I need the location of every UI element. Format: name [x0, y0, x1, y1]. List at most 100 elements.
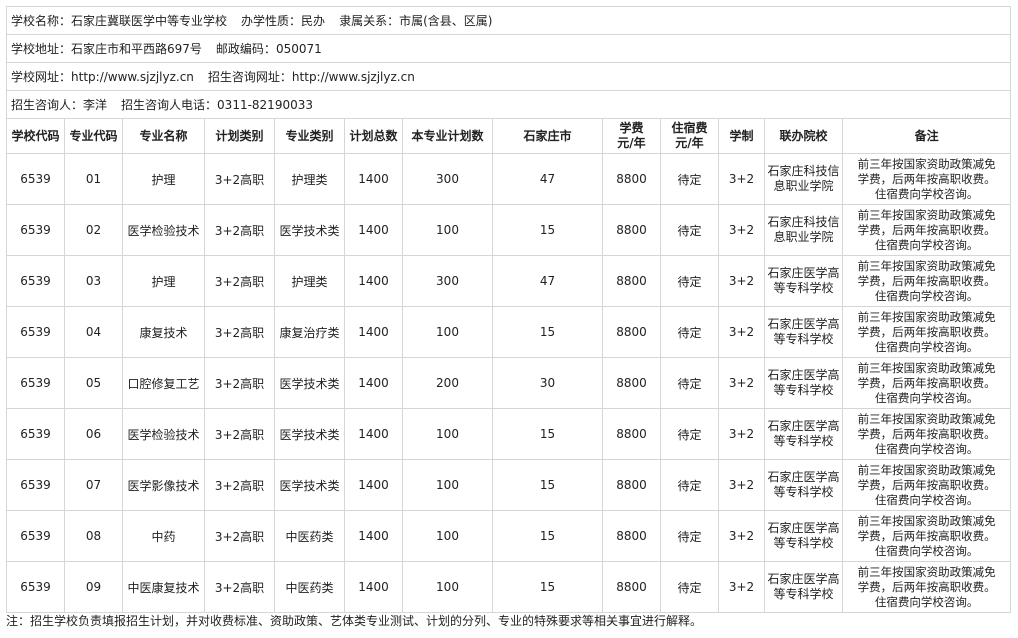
- major-plan-cell: 100: [402, 204, 493, 256]
- partner-cell: 石家庄科技信 息职业学院: [764, 204, 843, 256]
- school-affiliation: 市属(含县、区属): [399, 14, 493, 28]
- partner-cell-line: 石家庄医学高: [767, 266, 840, 280]
- enroll-site-link[interactable]: http://www.sjzjlyz.cn: [292, 70, 415, 84]
- partner-cell-line: 石家庄医学高: [767, 470, 840, 484]
- plan-total-cell: 1400: [344, 357, 403, 409]
- plan-type-cell: 3+2高职: [204, 408, 275, 460]
- major-plan-cell: 100: [402, 408, 493, 460]
- sjz-cell: 15: [492, 459, 603, 511]
- remark-cell-line: 住宿费向学校咨询。: [874, 492, 979, 507]
- header-tuition: 学费 元/年: [602, 118, 661, 154]
- plan-type-cell: 3+2高职: [204, 204, 275, 256]
- sjz-cell: 15: [492, 408, 603, 460]
- major-code-cell: 04: [64, 306, 123, 358]
- partner-cell-line: 息职业学院: [773, 230, 834, 244]
- header-school-code-text: 学校代码: [11, 128, 60, 143]
- partner-cell: 石家庄医学高 等专科学校: [764, 561, 843, 613]
- major-plan-cell: 100: [402, 561, 493, 613]
- major-plan-cell: 300: [402, 255, 493, 307]
- major-category-cell: 中医药类: [274, 561, 345, 613]
- info-row-address: 学校地址：石家庄市和平西路697号 邮政编码：050071: [5, 34, 1012, 63]
- remark-cell-line: 住宿费向学校咨询。: [874, 543, 979, 558]
- tuition-cell: 8800: [602, 510, 661, 562]
- sjz-cell: 15: [492, 306, 603, 358]
- partner-cell-line: 等专科学校: [773, 383, 834, 397]
- partner-cell: 石家庄医学高 等专科学校: [764, 255, 843, 307]
- partner-cell: 石家庄医学高 等专科学校: [764, 408, 843, 460]
- plan-type-cell: 3+2高职: [204, 255, 275, 307]
- remark-cell-line: 前三年按国家资助政策减免: [857, 156, 996, 171]
- contact-info-cell: 招生咨询人：李洋 招生咨询人电话：0311-82190033: [5, 90, 1012, 119]
- info-row-contact: 招生咨询人：李洋 招生咨询人电话：0311-82190033: [5, 90, 1012, 119]
- dorm-fee-cell: 待定: [660, 204, 719, 256]
- partner-cell: 石家庄医学高 等专科学校: [764, 459, 843, 511]
- partner-cell-line: 石家庄医学高: [767, 572, 840, 586]
- major-plan-cell: 100: [402, 459, 493, 511]
- plan-type-cell: 3+2高职: [204, 306, 275, 358]
- table-row: 6539 05 口腔修复工艺 3+2高职 医学技术类 1400 200 30 8800 待定 3+2…: [6, 357, 1012, 409]
- duration-cell: 3+2: [718, 153, 765, 205]
- school-website-link[interactable]: http://www.sjzjlyz.cn: [71, 70, 194, 84]
- address-label: 学校地址：: [11, 42, 72, 56]
- plan-type-cell: 3+2高职: [204, 459, 275, 511]
- header-plan-type-text: 计划类别: [215, 128, 264, 143]
- major-name-cell: 口腔修复工艺: [122, 357, 205, 409]
- major-category-cell: 康复治疗类: [274, 306, 345, 358]
- school-postcode: 050071: [275, 42, 322, 56]
- remark-cell-line: 学费，后两年按高职收费。: [857, 222, 996, 237]
- school-code-cell: 6539: [6, 153, 65, 205]
- remark-cell-line: 学费，后两年按高职收费。: [857, 528, 996, 543]
- major-code-cell: 02: [64, 204, 123, 256]
- duration-cell: 3+2: [718, 204, 765, 256]
- remark-cell-line: 学费，后两年按高职收费。: [857, 324, 996, 339]
- header-major-category: 专业类别: [274, 118, 345, 154]
- partner-cell-line: 石家庄科技信: [767, 164, 840, 178]
- partner-cell-line: 等专科学校: [773, 332, 834, 346]
- info-row-website: 学校网址：http://www.sjzjlyz.cn 招生咨询网址：http://…: [5, 62, 1012, 91]
- tuition-cell: 8800: [602, 204, 661, 256]
- contact-phone: 0311-82190033: [217, 98, 313, 112]
- contact-person: 李洋: [83, 98, 108, 112]
- remark-cell: 前三年按国家资助政策减免 学费，后两年按高职收费。 住宿费向学校咨询。: [841, 408, 1012, 460]
- dorm-fee-cell: 待定: [660, 255, 719, 307]
- major-plan-cell: 100: [402, 510, 493, 562]
- remark-cell-line: 前三年按国家资助政策减免: [857, 309, 996, 324]
- header-duration: 学制: [718, 118, 765, 154]
- table-row: 6539 08 中药 3+2高职 中医药类 1400 100 15 8800 待定 3+2 石家庄医学…: [6, 510, 1012, 562]
- header-sjz-text: 石家庄市: [523, 128, 572, 143]
- school-code-cell: 6539: [6, 561, 65, 613]
- dorm-fee-cell: 待定: [660, 306, 719, 358]
- major-category-cell: 医学技术类: [274, 408, 345, 460]
- dorm-fee-cell: 待定: [660, 561, 719, 613]
- remark-cell-line: 学费，后两年按高职收费。: [857, 426, 996, 441]
- tuition-cell: 8800: [602, 306, 661, 358]
- header-duration-text: 学制: [729, 128, 754, 143]
- school-code-cell: 6539: [6, 357, 65, 409]
- remark-cell-line: 学费，后两年按高职收费。: [857, 273, 996, 288]
- enrollment-plan-document: 学校名称：石家庄冀联医学中等专业学校 办学性质：民办 隶属关系：市属(含县、区属) …: [5, 6, 1012, 613]
- remark-cell: 前三年按国家资助政策减免 学费，后两年按高职收费。 住宿费向学校咨询。: [841, 153, 1012, 205]
- dorm-fee-cell: 待定: [660, 408, 719, 460]
- tuition-cell: 8800: [602, 459, 661, 511]
- major-code-cell: 06: [64, 408, 123, 460]
- partner-cell: 石家庄科技信 息职业学院: [764, 153, 843, 205]
- plan-total-cell: 1400: [344, 561, 403, 613]
- tuition-cell: 8800: [602, 255, 661, 307]
- duration-cell: 3+2: [718, 510, 765, 562]
- enroll-site-label: 招生咨询网址：: [207, 70, 292, 84]
- header-tuition-text: 元/年: [617, 136, 646, 150]
- major-category-cell: 医学技术类: [274, 459, 345, 511]
- major-code-cell: 09: [64, 561, 123, 613]
- header-plan-type: 计划类别: [204, 118, 275, 154]
- plan-total-cell: 1400: [344, 306, 403, 358]
- duration-cell: 3+2: [718, 408, 765, 460]
- header-partner: 联办院校: [764, 118, 843, 154]
- header-plan-total: 计划总数: [344, 118, 403, 154]
- major-name-cell: 中医康复技术: [122, 561, 205, 613]
- partner-cell-line: 等专科学校: [773, 536, 834, 550]
- dorm-fee-cell: 待定: [660, 153, 719, 205]
- major-category-cell: 护理类: [274, 153, 345, 205]
- partner-cell-line: 息职业学院: [773, 179, 834, 193]
- partner-cell-line: 等专科学校: [773, 587, 834, 601]
- major-name-cell: 医学影像技术: [122, 459, 205, 511]
